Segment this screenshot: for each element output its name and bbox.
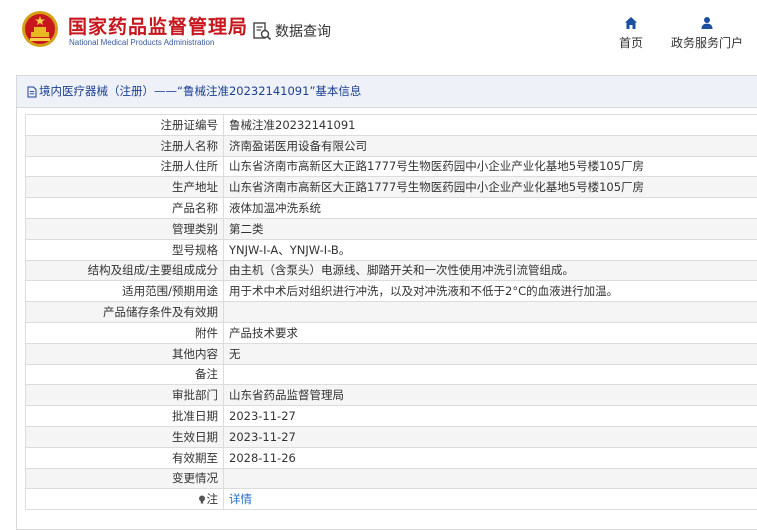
field-label: 备注 [26, 364, 224, 385]
field-label: 适用范围/预期用途 [26, 281, 224, 302]
table-row: 注册人住所山东省济南市高新区大正路1777号生物医药园中小企业产业化基地5号楼1… [26, 156, 757, 177]
field-label: 产品储存条件及有效期 [26, 302, 224, 323]
field-value: 山东省药品监督管理局 [224, 385, 757, 406]
table-row: 结构及组成/主要组成成分由主机（含泵头）电源线、脚踏开关和一次性使用冲洗引流管组… [26, 260, 757, 281]
table-row: 产品名称液体加温冲洗系统 [26, 198, 757, 219]
breadcrumb-text[interactable]: 境内医疗器械（注册）——“鲁械注准20232141091”基本信息 [39, 84, 361, 98]
table-row: 适用范围/预期用途用于术中术后对组织进行冲洗，以及对冲洗液和不低于2°C的血液进… [26, 281, 757, 302]
national-emblem-icon [21, 10, 59, 48]
note-label-cell: 注 [26, 489, 224, 510]
table-row: 注册证编号鲁械注准20232141091 [26, 115, 757, 136]
field-value: 2023-11-27 [224, 426, 757, 447]
note-value-cell: 详情 [224, 489, 757, 510]
data-search-icon [252, 21, 272, 41]
detail-card: 境内医疗器械（注册）——“鲁械注准20232141091”基本信息 注册证编号鲁… [16, 75, 757, 530]
document-icon [27, 86, 37, 98]
field-value: 无 [224, 343, 757, 364]
table-row: 变更情况 [26, 468, 757, 489]
field-label: 生效日期 [26, 426, 224, 447]
field-label: 其他内容 [26, 343, 224, 364]
table-row: 备注 [26, 364, 757, 385]
table-row: 生效日期2023-11-27 [26, 426, 757, 447]
nav-gov-label: 政务服务门户 [667, 34, 747, 51]
field-label: 结构及组成/主要组成成分 [26, 260, 224, 281]
field-label: 有效期至 [26, 447, 224, 468]
nav-home[interactable]: 首页 [612, 16, 650, 51]
table-row: 注册人名称济南盈诺医用设备有限公司 [26, 135, 757, 156]
field-value: 第二类 [224, 218, 757, 239]
table-row: 有效期至2028-11-26 [26, 447, 757, 468]
field-label: 审批部门 [26, 385, 224, 406]
field-value: 产品技术要求 [224, 322, 757, 343]
table-row: 生产地址山东省济南市高新区大正路1777号生物医药园中小企业产业化基地5号楼10… [26, 177, 757, 198]
detail-link[interactable]: 详情 [229, 492, 252, 506]
site-subtitle: National Medical Products Administration [69, 38, 214, 47]
info-table: 注册证编号鲁械注准20232141091注册人名称济南盈诺医用设备有限公司注册人… [25, 114, 757, 510]
field-label: 管理类别 [26, 218, 224, 239]
table-row: 产品储存条件及有效期 [26, 302, 757, 323]
field-value: 山东省济南市高新区大正路1777号生物医药园中小企业产业化基地5号楼105厂房 [224, 177, 757, 198]
field-value: 2023-11-27 [224, 406, 757, 427]
field-label: 变更情况 [26, 468, 224, 489]
field-value: 济南盈诺医用设备有限公司 [224, 135, 757, 156]
note-row: 注详情 [26, 489, 757, 510]
home-icon [624, 16, 638, 30]
site-title[interactable]: 国家药品监督管理局 [68, 12, 248, 39]
field-label: 注册人名称 [26, 135, 224, 156]
nav-gov-service[interactable]: 政务服务门户 [667, 16, 747, 51]
field-label: 产品名称 [26, 198, 224, 219]
table-row: 管理类别第二类 [26, 218, 757, 239]
field-value: YNJW-I-A、YNJW-I-B。 [224, 239, 757, 260]
site-header: 国家药品监督管理局 National Medical Products Admi… [0, 0, 757, 65]
table-row: 其他内容无 [26, 343, 757, 364]
field-value [224, 302, 757, 323]
field-label: 型号规格 [26, 239, 224, 260]
table-row: 型号规格YNJW-I-A、YNJW-I-B。 [26, 239, 757, 260]
field-label: 注册证编号 [26, 115, 224, 136]
table-row: 附件产品技术要求 [26, 322, 757, 343]
data-query-label: 数据查询 [275, 21, 331, 41]
field-value: 2028-11-26 [224, 447, 757, 468]
lightbulb-icon [198, 495, 206, 504]
table-row: 审批部门山东省药品监督管理局 [26, 385, 757, 406]
field-label: 批准日期 [26, 406, 224, 427]
breadcrumb: 境内医疗器械（注册）——“鲁械注准20232141091”基本信息 [17, 76, 757, 108]
field-value: 鲁械注准20232141091 [224, 115, 757, 136]
data-query-link[interactable]: 数据查询 [252, 20, 331, 42]
field-value: 由主机（含泵头）电源线、脚踏开关和一次性使用冲洗引流管组成。 [224, 260, 757, 281]
field-value [224, 468, 757, 489]
note-label: 注 [207, 492, 219, 506]
field-label: 注册人住所 [26, 156, 224, 177]
table-row: 批准日期2023-11-27 [26, 406, 757, 427]
field-value: 山东省济南市高新区大正路1777号生物医药园中小企业产业化基地5号楼105厂房 [224, 156, 757, 177]
field-label: 附件 [26, 322, 224, 343]
nav-home-label: 首页 [612, 34, 650, 51]
field-value: 用于术中术后对组织进行冲洗，以及对冲洗液和不低于2°C的血液进行加温。 [224, 281, 757, 302]
user-icon [700, 16, 714, 30]
field-value: 液体加温冲洗系统 [224, 198, 757, 219]
field-label: 生产地址 [26, 177, 224, 198]
field-value [224, 364, 757, 385]
